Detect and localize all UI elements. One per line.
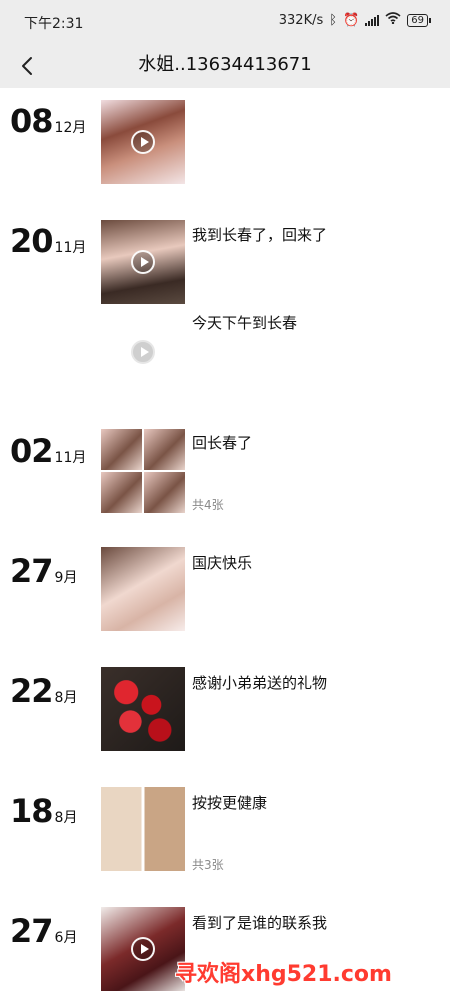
- photo-thumbnail[interactable]: [101, 787, 185, 871]
- signal-icon: [365, 14, 380, 26]
- play-icon: [131, 130, 155, 154]
- entry-date: 02 11月: [10, 432, 86, 470]
- entry-caption[interactable]: 我到长春了，回来了: [192, 224, 327, 245]
- alarm-icon: ⏰: [343, 12, 360, 28]
- play-icon[interactable]: [131, 340, 155, 364]
- entry-caption[interactable]: 回长春了: [192, 432, 252, 453]
- photo-thumbnail[interactable]: [101, 547, 185, 631]
- photo-thumbnail[interactable]: [101, 667, 185, 751]
- entry-day: 27: [10, 552, 54, 590]
- entry-month: 8月: [54, 690, 78, 706]
- play-icon: [131, 937, 155, 961]
- entry-day: 08: [10, 102, 54, 140]
- entry-caption[interactable]: 按按更健康: [192, 792, 267, 813]
- photo-thumbnail: [144, 472, 185, 513]
- entry-caption[interactable]: 国庆快乐: [192, 552, 252, 573]
- entry-date: 08 12月: [10, 102, 86, 140]
- watermark: 寻欢阁xhg521.com: [175, 962, 392, 987]
- entry-day: 27: [10, 912, 54, 950]
- entry-date: 22 8月: [10, 672, 77, 710]
- page-title: 水姐..13634413671: [138, 54, 312, 75]
- wifi-icon: [385, 12, 401, 28]
- entry-month: 11月: [54, 450, 87, 466]
- status-bar: 下午2:31 332K/s ᛒ ⏰ 69: [0, 0, 450, 44]
- entry-day: 02: [10, 432, 54, 470]
- entry-month: 11月: [54, 240, 87, 256]
- entry-caption[interactable]: 今天下午到长春: [192, 312, 297, 333]
- entry-caption[interactable]: 看到了是谁的联系我: [192, 912, 327, 933]
- entry-month: 6月: [54, 930, 78, 946]
- video-thumbnail[interactable]: [101, 220, 185, 304]
- photo-grid[interactable]: [101, 429, 185, 513]
- photo-count: 共3张: [192, 858, 224, 872]
- photo-count: 共4张: [192, 498, 224, 512]
- entry-caption[interactable]: 感谢小弟弟送的礼物: [192, 672, 327, 693]
- photo-thumbnail: [144, 429, 185, 470]
- bluetooth-icon: ᛒ: [329, 12, 338, 28]
- entry-month: 8月: [54, 810, 78, 826]
- status-icons: 332K/s ᛒ ⏰ 69: [278, 12, 431, 28]
- network-speed: 332K/s: [278, 12, 324, 28]
- video-thumbnail[interactable]: [101, 100, 185, 184]
- entry-date: 20 11月: [10, 222, 86, 260]
- nav-bar: 水姐..13634413671: [0, 44, 450, 88]
- play-icon: [131, 250, 155, 274]
- photo-thumbnail: [101, 472, 142, 513]
- entry-month: 12月: [54, 120, 87, 136]
- entry-date: 18 8月: [10, 792, 77, 830]
- video-thumbnail[interactable]: [101, 907, 185, 991]
- battery-icon: 69: [407, 13, 431, 27]
- entry-month: 9月: [54, 570, 78, 586]
- entry-day: 20: [10, 222, 54, 260]
- photo-thumbnail: [101, 429, 142, 470]
- entry-date: 27 9月: [10, 552, 77, 590]
- status-time: 下午2:31: [24, 16, 84, 32]
- entry-day: 18: [10, 792, 54, 830]
- entry-date: 27 6月: [10, 912, 77, 950]
- entry-day: 22: [10, 672, 54, 710]
